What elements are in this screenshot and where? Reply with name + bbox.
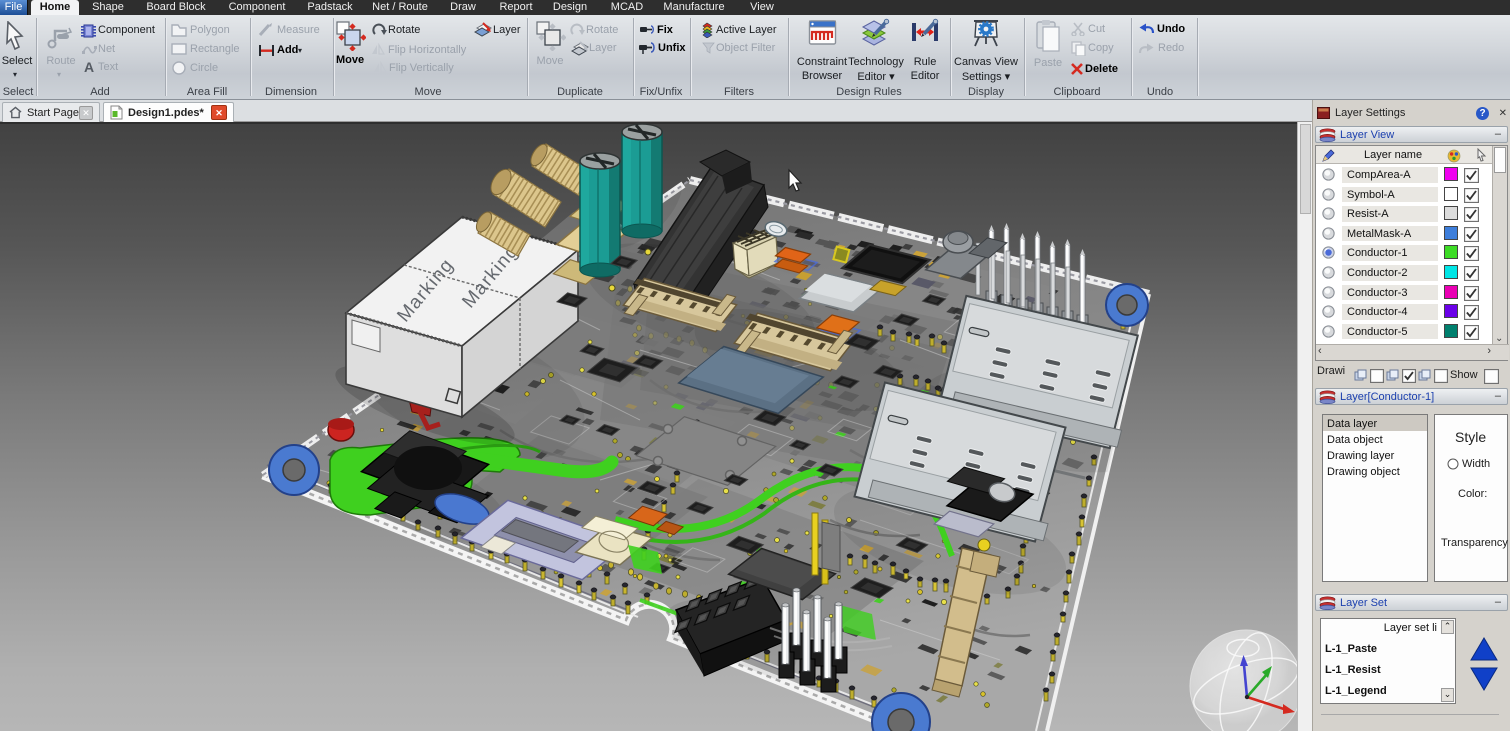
svg-text:A: A	[84, 60, 94, 74]
